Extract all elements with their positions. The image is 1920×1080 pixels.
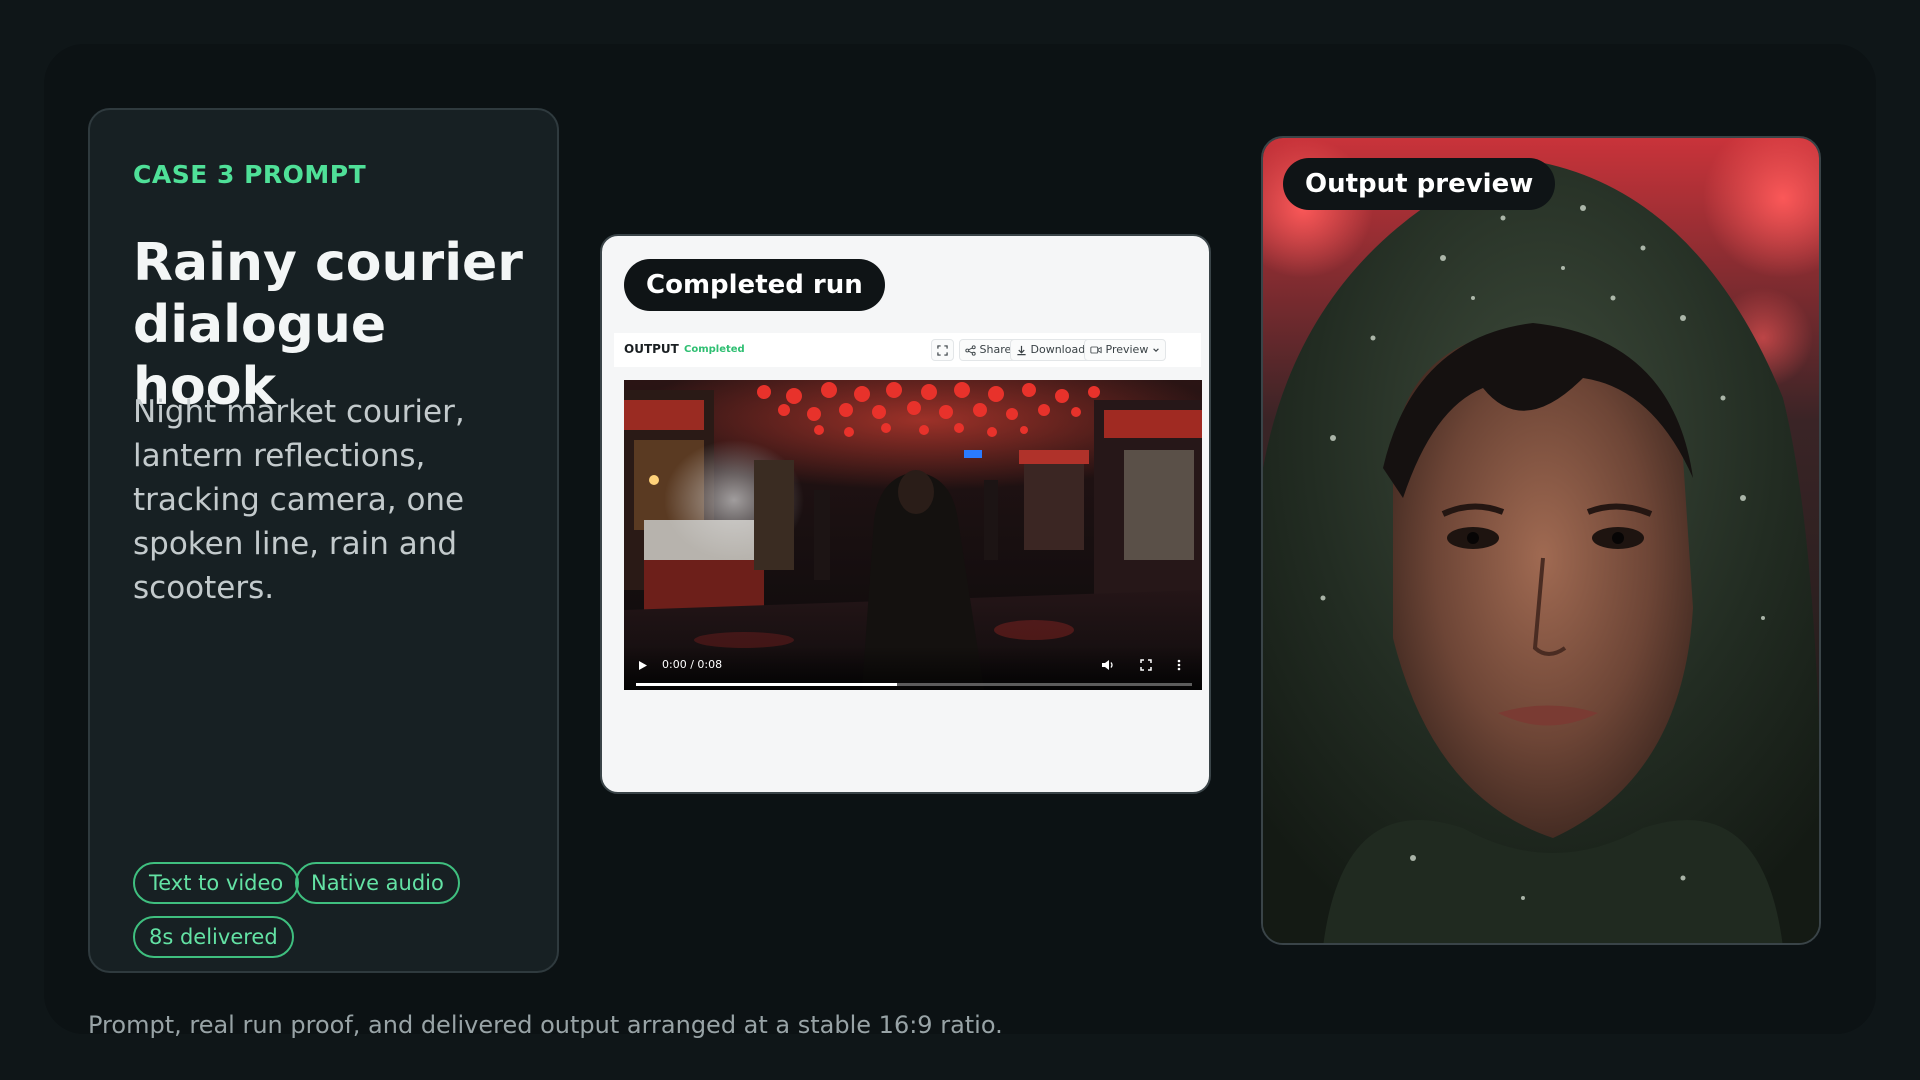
share-label: Share	[979, 343, 1012, 356]
output-preview-badge: Output preview	[1283, 158, 1556, 210]
completed-run-panel: Completed run OUTPUT Completed Share Dow…	[600, 234, 1211, 794]
output-toolbar: OUTPUT Completed Share Download Preview	[614, 333, 1201, 367]
video-player[interactable]: 0:00 / 0:08	[624, 380, 1202, 690]
preview-label: Preview	[1105, 343, 1149, 356]
status-badge: Completed	[684, 344, 745, 355]
expand-button[interactable]	[931, 339, 954, 361]
video-icon	[1090, 346, 1102, 354]
more-options-icon[interactable]	[1177, 659, 1181, 671]
prompt-card: CASE 3 PROMPT Rainy courier dialogue hoo…	[88, 108, 559, 973]
download-label: Download	[1030, 343, 1086, 356]
chip-duration: 8s delivered	[133, 916, 294, 958]
download-button[interactable]: Download	[1010, 339, 1092, 361]
video-progress-fill	[636, 683, 898, 686]
video-progress-track[interactable]	[636, 683, 1192, 686]
prompt-description: Night market courier, lantern reflection…	[133, 394, 465, 606]
completed-run-badge: Completed run	[624, 259, 885, 311]
output-label: OUTPUT	[624, 342, 679, 356]
download-icon	[1017, 345, 1026, 355]
video-time: 0:00 / 0:08	[662, 658, 723, 671]
footer-caption: Prompt, real run proof, and delivered ou…	[88, 1011, 1003, 1039]
expand-icon	[937, 344, 948, 356]
chevron-down-icon	[1153, 348, 1159, 352]
night-market-video-frame	[624, 380, 1202, 690]
video-controls: 0:00 / 0:08	[624, 646, 1202, 690]
volume-icon[interactable]	[1101, 659, 1115, 671]
chip-native-audio: Native audio	[295, 862, 460, 904]
hooded-portrait-image	[1263, 138, 1819, 943]
share-icon	[965, 344, 976, 356]
case-label: CASE 3 PROMPT	[133, 160, 367, 189]
share-button[interactable]: Share	[959, 339, 1018, 361]
chip-text-to-video: Text to video	[133, 862, 300, 904]
play-icon[interactable]	[638, 660, 648, 671]
preview-dropdown[interactable]: Preview	[1084, 339, 1166, 361]
output-preview-card: Output preview	[1261, 136, 1821, 945]
fullscreen-icon[interactable]	[1140, 659, 1152, 671]
